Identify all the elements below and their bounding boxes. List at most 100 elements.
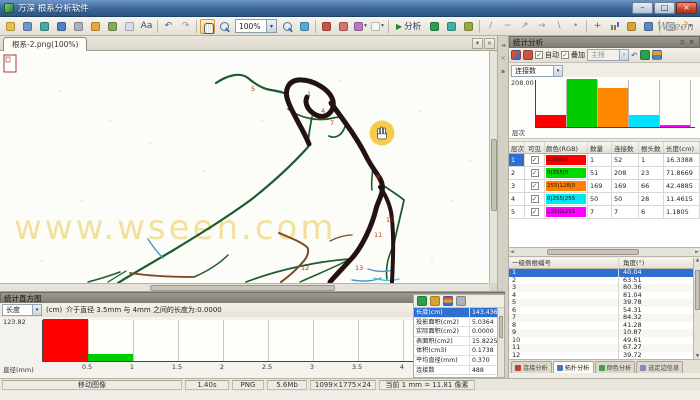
stats-row[interactable]: 平均直径(mm)0.370 [414,356,498,366]
mark-tool-icon[interactable] [319,19,334,34]
chart-bar[interactable] [629,115,659,127]
root-type-combo[interactable]: 主根▾ [587,49,629,61]
draw-arrow-icon[interactable]: ↗ [517,19,532,34]
panel-close-icon[interactable]: × [687,38,696,46]
splitter-close-icon[interactable]: × [498,55,508,62]
draw-slash-icon[interactable]: ∖ [551,19,566,34]
scroll-right-icon[interactable]: ► [695,248,699,257]
scroll-left-icon[interactable]: ◄ [510,248,514,257]
pick-tool-icon[interactable]: + [590,19,605,34]
shape-icon[interactable]: ▾ [370,19,385,34]
zoom-level-combo[interactable]: 100%▾ [235,19,277,33]
canvas-vertical-scrollbar[interactable] [489,51,497,283]
chart-bar[interactable] [598,88,628,127]
undo-icon[interactable]: ↶ [161,19,176,34]
angle-table-row[interactable]: 1049.61 [509,337,700,345]
stats-row[interactable]: 实际面积(cm2)0.0000 [414,327,498,337]
stats-row[interactable]: 连接数488 [414,366,498,376]
minimize-button[interactable]: – [632,2,653,14]
root-image[interactable]: www.wseen.com [0,51,489,283]
stats-row[interactable]: 体积(cm3)0.1738 [414,346,498,356]
web-icon[interactable] [37,19,52,34]
text-format-icon[interactable]: Aa [139,19,154,34]
angle-table-row[interactable]: 910.87 [509,329,700,337]
visible-checkbox[interactable]: ✓ [531,208,539,216]
ruler-tool-icon[interactable] [336,19,351,34]
tab-close-button[interactable]: × [484,38,495,49]
tab-选定边信息[interactable]: 选定边信息 [636,361,683,373]
maximize-button[interactable]: □ [654,2,675,14]
stats-scrollbar[interactable] [497,308,504,377]
zoom-tool-icon[interactable] [217,19,232,34]
tool-teal-icon[interactable] [444,19,459,34]
angle-table-scrollbar[interactable]: ▲ ▼ [693,258,700,359]
histogram-bar[interactable] [88,354,133,361]
draw-line-icon[interactable]: / [483,19,498,34]
level-table-horizontal-scrollbar[interactable]: ◄ ► [509,247,700,257]
person-icon[interactable] [523,50,533,60]
export-icon[interactable] [105,19,120,34]
print-icon[interactable] [71,19,86,34]
document-tab[interactable]: 根系-2.png(100%) [3,37,87,51]
undo-icon[interactable]: ↶ [631,51,638,60]
chart-bar[interactable] [567,79,597,127]
visible-checkbox[interactable]: ✓ [531,169,539,177]
tool-green-icon[interactable] [427,19,442,34]
copy-icon[interactable] [122,19,137,34]
legend-icon[interactable] [511,50,521,60]
open-icon[interactable] [3,19,18,34]
draw-path-icon[interactable]: → [534,19,549,34]
angle-table-row[interactable]: 1239.72 [509,352,700,360]
stats-row[interactable]: 表面积(cm2)15.8225 [414,337,498,347]
level-table-row[interactable]: 3✓255|128|01691696642.4885 [509,180,700,193]
redo-icon[interactable]: ↷ [178,19,193,34]
image-canvas[interactable]: www.wseen.com [0,51,489,283]
overlay-checkbox[interactable]: ✓ [561,51,569,59]
tool-olive-icon[interactable] [461,19,476,34]
export-report-icon[interactable] [430,296,440,306]
settings-gear-icon[interactable] [456,296,466,306]
metric-combo[interactable]: 连接数▾ [511,65,563,77]
visible-checkbox[interactable]: ✓ [531,182,539,190]
angle-table-row[interactable]: 539.78 [509,299,700,307]
grid-tool-icon[interactable] [641,19,656,34]
chart-tool-icon[interactable] [607,19,622,34]
export-excel-icon[interactable] [417,296,427,306]
level-table-row[interactable]: 5✓255|0|2557761.1805 [509,206,700,219]
title-bar[interactable]: 万深 根系分析软件 – □ × [0,0,700,17]
stats-row[interactable]: 投影面积(cm2)5.0364 [414,318,498,328]
visible-checkbox[interactable]: ✓ [531,195,539,203]
angle-table-row[interactable]: 784.32 [509,314,700,322]
tab-连接分析[interactable]: 连接分析 [511,361,552,373]
angle-table-row[interactable]: 140.04 [509,269,700,277]
scroll-up-icon[interactable]: ▲ [694,258,700,263]
chart-bar[interactable] [660,125,690,127]
zoom-out-icon[interactable] [280,19,295,34]
chart-icon[interactable] [443,296,453,306]
angle-table-row[interactable]: 841.28 [509,322,700,330]
level-table-row[interactable]: 2✓0|255|0512082371.8669 [509,167,700,180]
angle-table-row[interactable]: 380.36 [509,284,700,292]
visible-checkbox[interactable]: ✓ [531,156,539,164]
draw-curve-icon[interactable]: ~ [500,19,515,34]
export-chart-icon[interactable] [652,50,662,60]
palette-icon[interactable]: ▾ [353,19,368,34]
fit-view-icon[interactable] [297,19,312,34]
level-table-row[interactable]: 1✓255|0|0152116.3388 [509,154,700,167]
canvas-horizontal-scrollbar[interactable] [0,283,489,291]
pin-icon[interactable]: ▫ [678,38,687,46]
export-excel-icon[interactable] [640,50,650,60]
edit-icon[interactable] [88,19,103,34]
tab-scroll-button[interactable]: ▾ [472,38,483,49]
histogram-metric-combo[interactable]: 长度▾ [2,304,42,316]
tab-颜色分析[interactable]: 颜色分析 [595,361,636,373]
draw-dot-icon[interactable]: • [568,19,583,34]
tab-拓扑分析[interactable]: 拓扑分析 [553,361,594,373]
close-button[interactable]: × [676,2,697,14]
angle-table-row[interactable]: 263.51 [509,277,700,285]
auto-checkbox[interactable]: ✓ [535,51,543,59]
hand-tool-button[interactable] [200,19,215,34]
angle-table-row[interactable]: 654.31 [509,307,700,315]
angle-table-row[interactable]: 481.04 [509,292,700,300]
angle-table-row[interactable]: 1167.27 [509,344,700,352]
